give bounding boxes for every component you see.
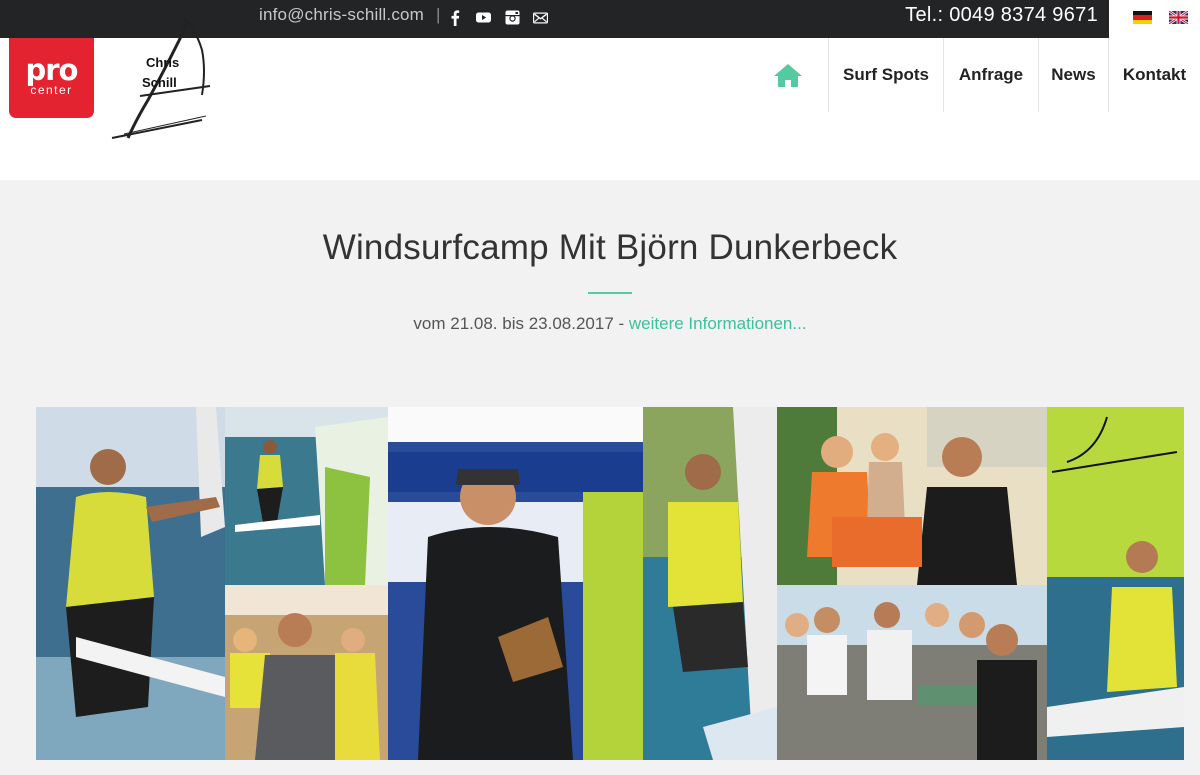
phone-number[interactable]: Tel.: 0049 8374 9671: [905, 4, 1098, 27]
nav-surf-spots[interactable]: Surf Spots: [828, 38, 943, 112]
home-icon[interactable]: [770, 62, 806, 88]
de-flag-icon[interactable]: [1133, 11, 1152, 24]
separator: |: [436, 5, 441, 24]
page-title: Windsurfcamp Mit Björn Dunkerbeck: [322, 228, 898, 267]
pro-center-logo[interactable]: pro center: [9, 38, 94, 118]
photo-surfer-harness[interactable]: [643, 407, 777, 760]
event-subtitle: vom 21.08. bis 23.08.2017 - weitere Info…: [0, 314, 1200, 334]
facebook-icon[interactable]: [447, 9, 464, 26]
logo-chris-text: Chris: [146, 55, 180, 70]
photo-collage: [36, 407, 1184, 760]
logo-schill-text: Schill: [142, 75, 177, 90]
logo-center-text: center: [30, 83, 73, 97]
photo-surfing-action[interactable]: [225, 407, 388, 585]
nav-anfrage-label: Anfrage: [958, 65, 1024, 84]
mail-icon[interactable]: [532, 9, 549, 26]
photo-chris-schill-sail[interactable]: [1047, 407, 1184, 760]
instagram-icon[interactable]: [504, 9, 521, 26]
nav-news-label: News: [1051, 65, 1096, 84]
nav-kontakt-label: Kontakt: [1122, 65, 1187, 84]
photo-group-cheers[interactable]: [777, 585, 1047, 760]
email-link[interactable]: info@chris-schill.com: [259, 5, 424, 25]
en-flag-icon[interactable]: [1169, 11, 1188, 24]
nav-kontakt[interactable]: Kontakt: [1108, 38, 1200, 112]
language-switcher: [1109, 0, 1200, 38]
chris-schill-logo[interactable]: [110, 0, 220, 140]
photo-kids-table[interactable]: [777, 407, 1047, 585]
photo-surfer-yellow-shirt[interactable]: [36, 407, 225, 760]
more-info-link[interactable]: weitere Informationen...: [629, 314, 807, 333]
logo-pro-text: pro: [25, 53, 79, 87]
photo-kids-shaka[interactable]: [225, 585, 388, 760]
photo-bjorn-trophy[interactable]: [388, 407, 643, 760]
title-divider: [588, 292, 632, 294]
nav-surf-spots-label: Surf Spots: [843, 65, 929, 84]
youtube-icon[interactable]: [475, 9, 492, 26]
event-date-text: vom 21.08. bis 23.08.2017 -: [413, 314, 629, 333]
nav-anfrage[interactable]: Anfrage: [943, 38, 1038, 112]
nav-news[interactable]: News: [1038, 38, 1108, 112]
site-header: pro center Chris Schill Surf Spots Anfra…: [0, 17, 1200, 180]
